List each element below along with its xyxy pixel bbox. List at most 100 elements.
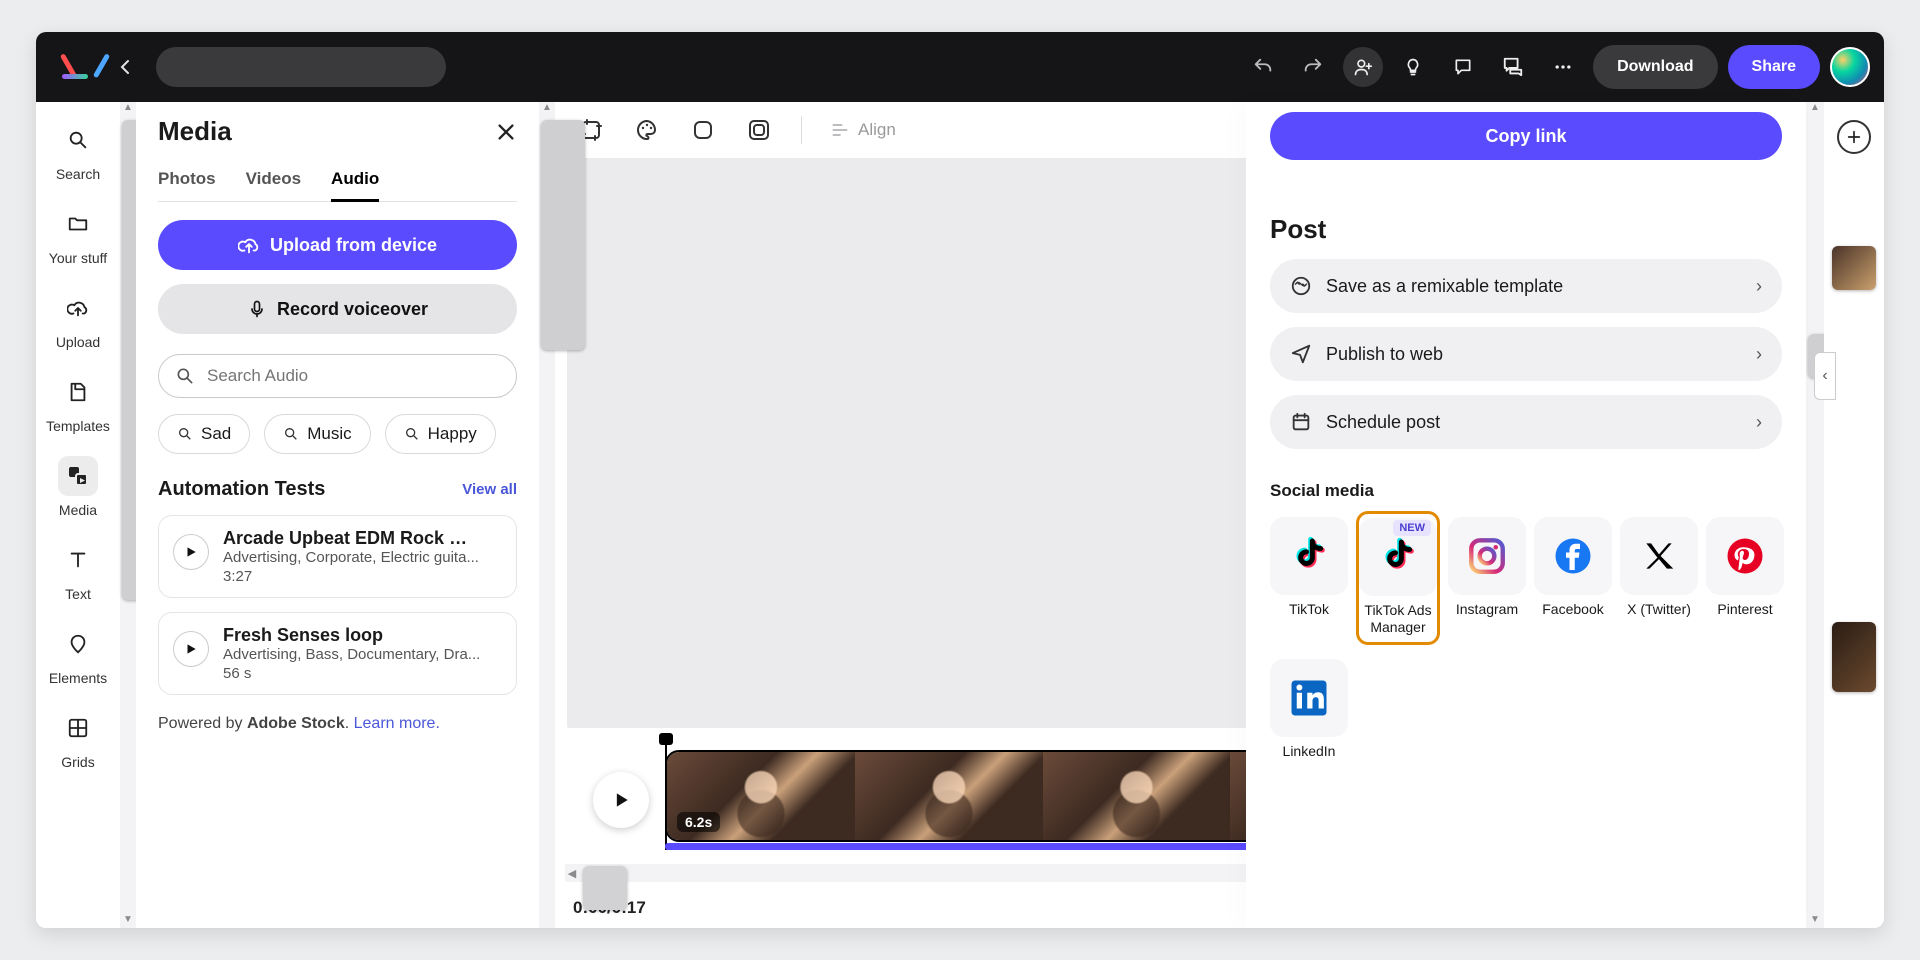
rail-templates[interactable]: Templates [36, 372, 120, 434]
more-button[interactable] [1543, 47, 1583, 87]
topbar-search[interactable] [156, 47, 446, 87]
add-page-button[interactable] [1837, 120, 1871, 154]
page-thumb[interactable] [1832, 246, 1876, 290]
row-publish[interactable]: Publish to web › [1270, 327, 1782, 381]
help-button[interactable] [1393, 47, 1433, 87]
x-icon [1640, 537, 1678, 575]
rail-your-stuff[interactable]: Your stuff [36, 204, 120, 266]
comments-icon [1502, 56, 1524, 78]
social-linkedin[interactable]: LinkedIn [1270, 653, 1348, 766]
rail-grids[interactable]: Grids [36, 708, 120, 770]
social-pinterest[interactable]: Pinterest [1706, 511, 1784, 645]
share-panel: Copy link Post Save as a remixable templ… [1246, 102, 1806, 928]
search-icon [404, 426, 420, 442]
rail-media[interactable]: Media [36, 456, 120, 518]
chevron-right-icon: › [1756, 344, 1762, 365]
scrollbar[interactable]: ▲ [539, 102, 555, 928]
tool-align[interactable]: Align [830, 120, 896, 140]
rail-search[interactable]: Search [36, 120, 120, 182]
chevron-right-icon: › [1756, 276, 1762, 297]
tab-photos[interactable]: Photos [158, 163, 216, 201]
social-x[interactable]: X (Twitter) [1620, 511, 1698, 645]
pages-rail: ‹ [1824, 102, 1884, 928]
social-instagram[interactable]: Instagram [1448, 511, 1526, 645]
cloud-upload-icon [67, 297, 89, 319]
row-schedule[interactable]: Schedule post › [1270, 395, 1782, 449]
rail-elements[interactable]: Elements [36, 624, 120, 686]
left-rail: Search Your stuff Upload Templates Media… [36, 102, 120, 928]
audio-search-input[interactable] [205, 365, 500, 387]
upload-device-button[interactable]: Upload from device [158, 220, 517, 270]
record-voiceover-button[interactable]: Record voiceover [158, 284, 517, 334]
tool-color[interactable] [633, 116, 661, 144]
cloud-upload-icon [238, 234, 260, 256]
redo-icon [1302, 56, 1324, 78]
social-facebook[interactable]: Facebook [1534, 511, 1612, 645]
social-tiktok[interactable]: TikTok [1270, 511, 1348, 645]
chip-music[interactable]: Music [264, 414, 370, 454]
instagram-icon [1466, 535, 1508, 577]
download-button[interactable]: Download [1593, 45, 1717, 89]
row-remix[interactable]: Save as a remixable template › [1270, 259, 1782, 313]
remix-icon [1290, 275, 1312, 297]
learn-more-link[interactable]: Learn more. [354, 715, 440, 732]
search-icon [283, 426, 299, 442]
text-icon [67, 549, 89, 571]
social-tiktok-ads[interactable]: NEW TikTok Ads Manager [1356, 511, 1440, 645]
close-icon [495, 121, 517, 143]
send-icon [1290, 343, 1312, 365]
audio-card[interactable]: Arcade Upbeat EDM Rock - L... Advertisin… [158, 515, 517, 598]
play-button[interactable] [173, 534, 209, 570]
share-button[interactable]: Share [1728, 45, 1820, 89]
undo-button[interactable] [1243, 47, 1283, 87]
avatar[interactable] [1830, 47, 1870, 87]
chip-happy[interactable]: Happy [385, 414, 496, 454]
tab-videos[interactable]: Videos [246, 163, 301, 201]
chevron-left-icon [118, 59, 134, 75]
audio-search[interactable] [158, 354, 517, 398]
tool-mask[interactable] [745, 116, 773, 144]
play-icon [184, 642, 198, 656]
elements-icon [67, 633, 89, 655]
mask-icon [747, 118, 771, 142]
play-button[interactable] [173, 631, 209, 667]
new-badge: NEW [1393, 520, 1431, 536]
back-button[interactable] [106, 47, 146, 87]
palette-icon [635, 118, 659, 142]
media-tabs: Photos Videos Audio [158, 163, 517, 202]
social-grid: TikTok NEW TikTok Ads Manager Instagram … [1270, 511, 1782, 765]
calendar-icon [1290, 411, 1312, 433]
scrollbar[interactable]: ▲ ▼ [1806, 102, 1824, 928]
topbar: Download Share [36, 32, 1884, 102]
play-fab[interactable] [593, 772, 649, 828]
person-plus-icon [1353, 57, 1373, 77]
chip-sad[interactable]: Sad [158, 414, 250, 454]
page-thumb[interactable] [1832, 622, 1876, 692]
scrollbar[interactable]: ▲ ▼ [120, 102, 136, 928]
media-panel: Media Photos Videos Audio Upload from de… [136, 102, 539, 928]
more-icon [1553, 57, 1573, 77]
comment-button[interactable] [1443, 47, 1483, 87]
undo-icon [1252, 56, 1274, 78]
chevron-right-icon: › [1756, 412, 1762, 433]
rail-upload[interactable]: Upload [36, 288, 120, 350]
tab-audio[interactable]: Audio [331, 163, 379, 202]
expand-rail-button[interactable]: ‹ [1814, 352, 1836, 400]
copy-link-button[interactable]: Copy link [1270, 112, 1782, 160]
comment-icon [1453, 57, 1473, 77]
invite-button[interactable] [1343, 47, 1383, 87]
comments-button[interactable] [1493, 47, 1533, 87]
close-panel-button[interactable] [495, 121, 517, 143]
rail-text[interactable]: Text [36, 540, 120, 602]
tool-shape[interactable] [689, 116, 717, 144]
rounded-square-icon [691, 118, 715, 142]
facebook-icon [1552, 535, 1594, 577]
redo-button[interactable] [1293, 47, 1333, 87]
search-icon [177, 426, 193, 442]
panel-title: Media [158, 116, 232, 147]
search-icon [67, 129, 89, 151]
view-all-link[interactable]: View all [462, 481, 517, 498]
play-icon [611, 790, 631, 810]
audio-card[interactable]: Fresh Senses loop Advertising, Bass, Doc… [158, 612, 517, 695]
powered-by: Powered by Adobe Stock. Learn more. [158, 715, 517, 733]
